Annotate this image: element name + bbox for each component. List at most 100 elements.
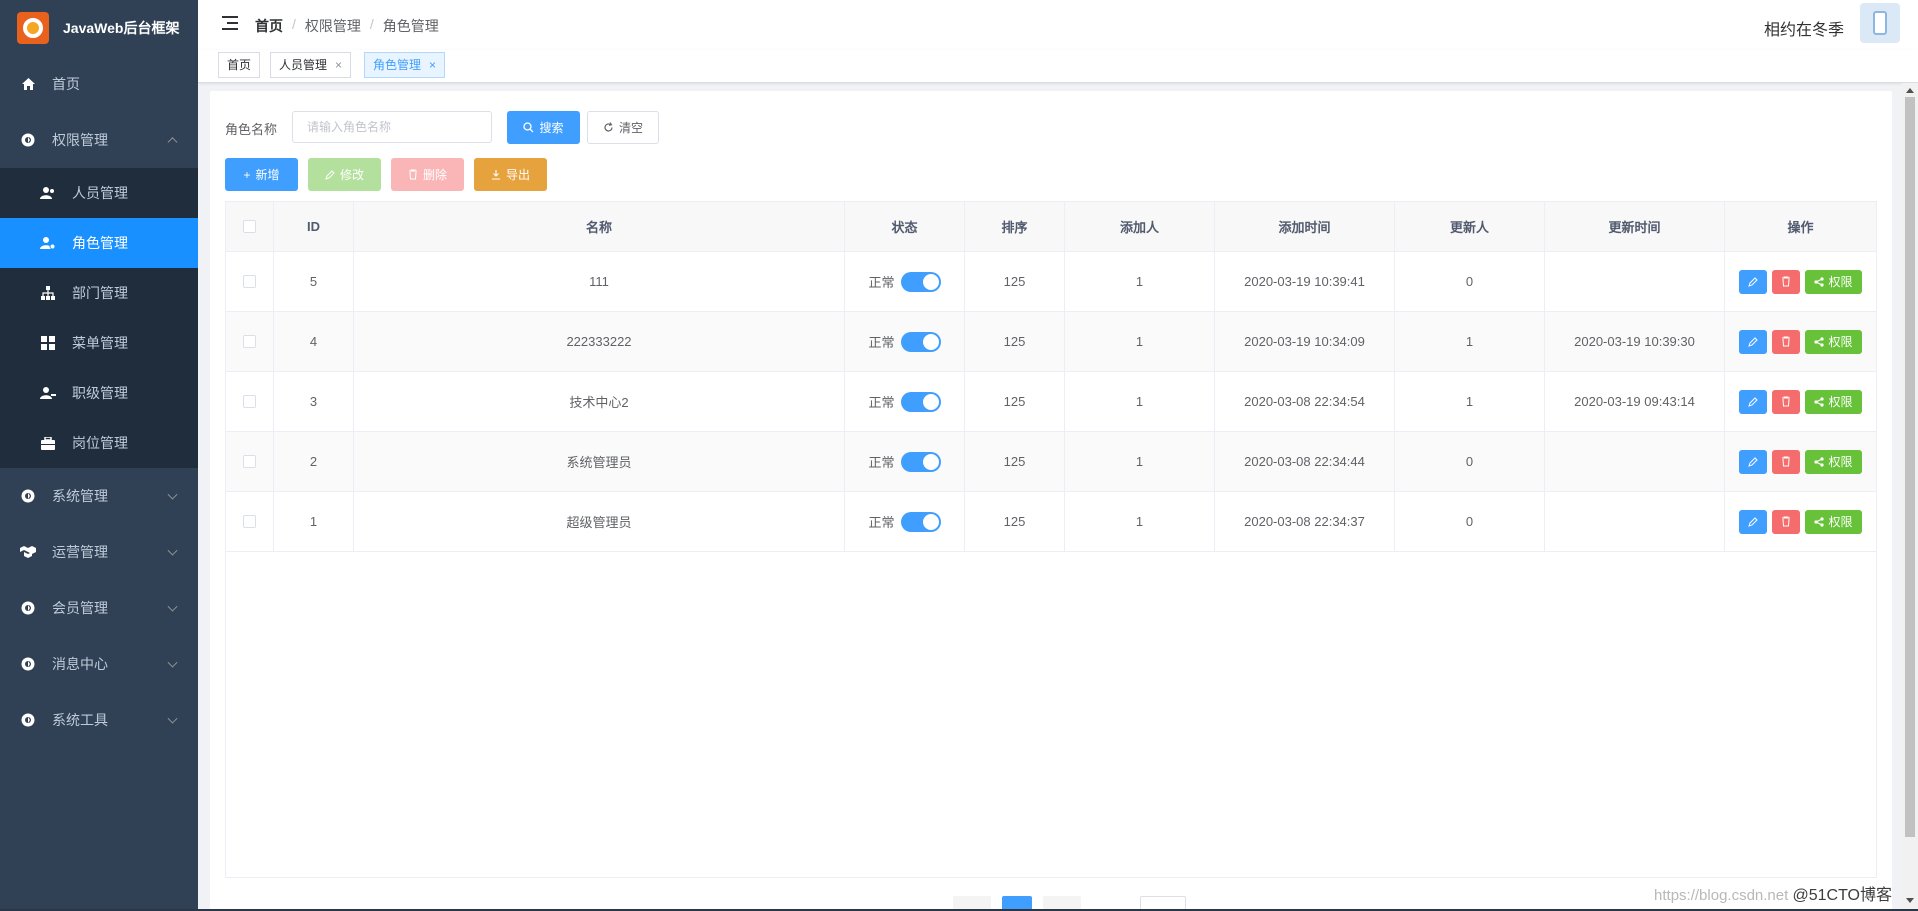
scroll-up-icon[interactable] <box>1906 88 1914 93</box>
row-checkbox[interactable] <box>243 515 256 528</box>
vertical-scrollbar[interactable] <box>1902 83 1918 911</box>
select-all-cell <box>226 202 274 251</box>
select-all-checkbox[interactable] <box>243 220 256 233</box>
scroll-thumb[interactable] <box>1905 97 1915 837</box>
sidebar-item-menus[interactable]: 菜单管理 <box>0 318 198 368</box>
status-toggle[interactable] <box>900 451 941 472</box>
row-checkbox[interactable] <box>243 335 256 348</box>
sidebar-item-label: 角色管理 <box>72 235 128 251</box>
row-permission-button[interactable]: 权限 <box>1805 329 1862 354</box>
sort-cell: 125 <box>965 372 1065 431</box>
sidebar-item-system[interactable]: 系统管理 <box>0 468 198 524</box>
created-time-cell: 2020-03-19 10:39:41 <box>1215 252 1395 311</box>
column-header[interactable]: 排序 <box>965 202 1065 251</box>
row-permission-button[interactable]: 权限 <box>1805 509 1862 534</box>
pencil-icon <box>1748 336 1758 347</box>
status-text: 正常 <box>868 335 895 350</box>
column-header[interactable]: 状态 <box>845 202 965 251</box>
table-row[interactable]: 4 222333222 正常 125 1 2020-03-19 10:34:09… <box>226 312 1876 372</box>
status-toggle[interactable] <box>900 271 941 292</box>
id-cell: 5 <box>274 252 354 311</box>
export-button[interactable]: 导出 <box>474 158 547 191</box>
sidebar-item-positions[interactable]: 岗位管理 <box>0 418 198 468</box>
row-delete-button[interactable] <box>1772 269 1800 294</box>
row-delete-button[interactable] <box>1772 449 1800 474</box>
sidebar-item-members[interactable]: 会员管理 <box>0 580 198 636</box>
sidebar-item-label: 部门管理 <box>72 285 128 301</box>
search-button[interactable]: 搜索 <box>507 111 580 144</box>
row-select-cell <box>226 252 274 311</box>
menu-toggle-icon[interactable] <box>222 16 238 30</box>
sidebar-item-home[interactable]: 首页 <box>0 56 198 112</box>
close-icon[interactable]: × <box>335 58 342 72</box>
logo[interactable]: JavaWeb后台框架 <box>0 0 198 56</box>
updated-time-cell: 2020-03-19 09:43:14 <box>1545 372 1725 431</box>
sidebar-item-ranks[interactable]: 职级管理 <box>0 368 198 418</box>
table-row[interactable]: 3 技术中心2 正常 125 1 2020-03-08 22:34:54 1 2… <box>226 372 1876 432</box>
reset-button[interactable]: 清空 <box>587 111 659 144</box>
close-icon[interactable]: × <box>429 58 436 72</box>
column-header[interactable]: 名称 <box>354 202 845 251</box>
status-toggle[interactable] <box>900 391 941 412</box>
row-permission-button[interactable]: 权限 <box>1805 269 1862 294</box>
tag-home[interactable]: 首页 <box>218 52 261 78</box>
row-delete-button[interactable] <box>1772 509 1800 534</box>
trash-icon <box>408 169 417 180</box>
scroll-down-icon[interactable] <box>1906 898 1914 903</box>
row-checkbox[interactable] <box>243 275 256 288</box>
table-row[interactable]: 1 超级管理员 正常 125 1 2020-03-08 22:34:37 0 权… <box>226 492 1876 552</box>
permission-label: 权限 <box>1828 395 1853 409</box>
download-icon <box>491 170 500 180</box>
row-checkbox[interactable] <box>243 455 256 468</box>
row-permission-button[interactable]: 权限 <box>1805 389 1862 414</box>
sidebar-item-messages[interactable]: 消息中心 <box>0 636 198 692</box>
row-delete-button[interactable] <box>1772 329 1800 354</box>
sort-cell: 125 <box>965 432 1065 491</box>
sidebar-item-users[interactable]: 人员管理 <box>0 168 198 218</box>
row-edit-button[interactable] <box>1739 509 1767 534</box>
sidebar-item-tools[interactable]: 系统工具 <box>0 692 198 748</box>
sidebar-item-label: 消息中心 <box>52 656 108 672</box>
row-edit-button[interactable] <box>1739 389 1767 414</box>
tag-users[interactable]: 人员管理 × <box>270 52 352 78</box>
edit-button[interactable]: 修改 <box>308 158 381 191</box>
breadcrumb-separator: / <box>369 16 374 32</box>
column-header[interactable]: 添加人 <box>1065 202 1215 251</box>
row-edit-button[interactable] <box>1739 449 1767 474</box>
add-button[interactable]: + 新增 <box>225 158 298 191</box>
column-header[interactable]: ID <box>274 202 354 251</box>
row-edit-button[interactable] <box>1739 269 1767 294</box>
sidebar-item-operations[interactable]: 运营管理 <box>0 524 198 580</box>
breadcrumb-item[interactable]: 首页 <box>255 16 283 36</box>
table-row[interactable]: 2 系统管理员 正常 125 1 2020-03-08 22:34:44 0 权… <box>226 432 1876 492</box>
delete-button[interactable]: 删除 <box>391 158 464 191</box>
creator-cell: 1 <box>1065 492 1215 551</box>
table-row[interactable]: 5 111 正常 125 1 2020-03-19 10:39:41 0 权限 <box>226 252 1876 312</box>
row-permission-button[interactable]: 权限 <box>1805 449 1862 474</box>
row-checkbox[interactable] <box>243 395 256 408</box>
row-edit-button[interactable] <box>1739 329 1767 354</box>
main-content: 角色名称 请输入角色名称 搜索 清空 + 新增 修改 删除 导出 ID 名称 状… <box>210 91 1892 911</box>
sidebar-item-roles[interactable]: 角色管理 <box>0 218 198 268</box>
row-delete-button[interactable] <box>1772 389 1800 414</box>
column-header[interactable]: 更新时间 <box>1545 202 1725 251</box>
sidebar-item-departments[interactable]: 部门管理 <box>0 268 198 318</box>
column-header[interactable]: 添加时间 <box>1215 202 1395 251</box>
status-toggle[interactable] <box>900 331 941 352</box>
status-text: 正常 <box>868 515 895 530</box>
user-role-icon <box>40 235 56 251</box>
sidebar-item-label: 职级管理 <box>72 385 128 401</box>
tags-view: 首页 人员管理 × 角色管理 × <box>198 50 1918 83</box>
created-time-cell: 2020-03-08 22:34:37 <box>1215 492 1395 551</box>
updater-cell: 1 <box>1395 312 1545 371</box>
role-name-input[interactable]: 请输入角色名称 <box>292 111 492 143</box>
sidebar-item-permissions[interactable]: 权限管理 <box>0 112 198 168</box>
avatar[interactable] <box>1860 3 1900 43</box>
status-text: 正常 <box>868 275 895 290</box>
pagination <box>210 891 1892 911</box>
status-toggle[interactable] <box>900 511 941 532</box>
column-header[interactable]: 更新人 <box>1395 202 1545 251</box>
tag-roles[interactable]: 角色管理 × <box>364 52 446 78</box>
user-name[interactable]: 相约在冬季 <box>1764 16 1844 40</box>
actions-cell: 权限 <box>1725 372 1876 431</box>
